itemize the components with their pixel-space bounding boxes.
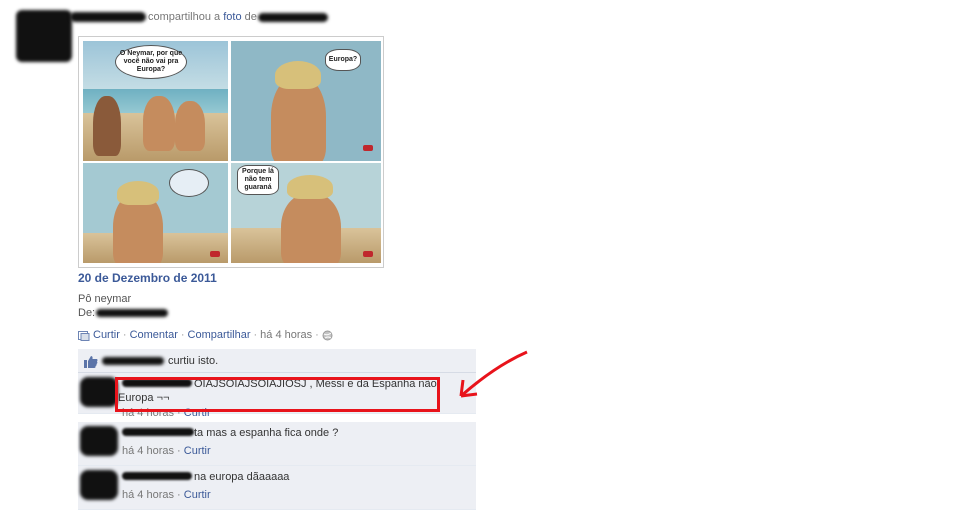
comment-meta: há 4 horas · Curtir (122, 489, 211, 501)
redacted-commenter (122, 472, 192, 480)
arrow-icon (459, 350, 528, 398)
redacted-liker-name (102, 357, 164, 365)
redacted-photo-owner (258, 13, 328, 22)
like-thumb-icon (84, 355, 98, 371)
comic-panel-2: Europa? (231, 41, 381, 161)
photo-link[interactable]: foto (223, 11, 241, 23)
highlight-box (115, 377, 440, 412)
caption-line-2: De: (78, 306, 169, 320)
comic-panel-3 (83, 163, 228, 263)
shared-photo[interactable]: O Neymar, por que você não vai pra Europ… (78, 36, 384, 268)
story-action: compartilhou a (148, 11, 221, 23)
comment-meta: há 4 horas · Curtir (122, 445, 211, 457)
comic-panel-4: Porque lá não tem guaraná (231, 163, 381, 263)
panel4-speech-bubble: Porque lá não tem guaraná (237, 165, 279, 195)
panel2-speech-bubble: Europa? (325, 49, 361, 71)
photo-date[interactable]: 20 de Dezembro de 2011 (78, 271, 217, 285)
comment-text: ta mas a espanha fica onde ? (194, 427, 339, 439)
comic-panel-1: O Neymar, por que você não vai pra Europ… (83, 41, 228, 161)
comment-like-link[interactable]: Curtir (184, 489, 211, 501)
story-header: compartilhou a foto de (148, 11, 257, 23)
comment-text: na europa dãaaaaa (194, 471, 290, 483)
redacted-avatar (80, 377, 118, 407)
photo-caption: Pô neymar De: (78, 292, 169, 320)
comment-time[interactable]: há 4 horas (122, 445, 174, 457)
globe-icon[interactable] (322, 330, 334, 341)
redacted-author-name (70, 12, 146, 22)
panel1-speech-bubble: O Neymar, por que você não vai pra Europ… (115, 45, 187, 79)
redacted-profile-picture (16, 10, 72, 62)
redacted-source (96, 309, 169, 317)
comment-item: na europa dãaaaaa há 4 horas · Curtir (78, 466, 476, 510)
panel3-thought-bubble (169, 169, 209, 197)
comment-item: ta mas a espanha fica onde ? há 4 horas … (78, 422, 476, 466)
comment-like-link[interactable]: Curtir (184, 445, 211, 457)
comment-time[interactable]: há 4 horas (122, 489, 174, 501)
feedback-box: curtiu isto. OIAJSOIAJSOIAJIOSJ , Messi … (78, 349, 476, 510)
likes-row: curtiu isto. (78, 349, 476, 373)
comment-link[interactable]: Comentar (130, 329, 178, 341)
redacted-avatar (80, 470, 118, 500)
story-of: de (244, 11, 257, 23)
like-link[interactable]: Curtir (93, 329, 120, 341)
action-bar: Curtir · Comentar · Compartilhar · há 4 … (78, 329, 334, 341)
caption-line-1: Pô neymar (78, 293, 132, 305)
redacted-avatar (80, 426, 118, 456)
redacted-commenter (122, 428, 194, 436)
post-time[interactable]: há 4 horas (260, 329, 312, 341)
share-photo-icon (78, 330, 90, 341)
likes-text: curtiu isto. (168, 355, 219, 367)
share-link[interactable]: Compartilhar (188, 329, 251, 341)
